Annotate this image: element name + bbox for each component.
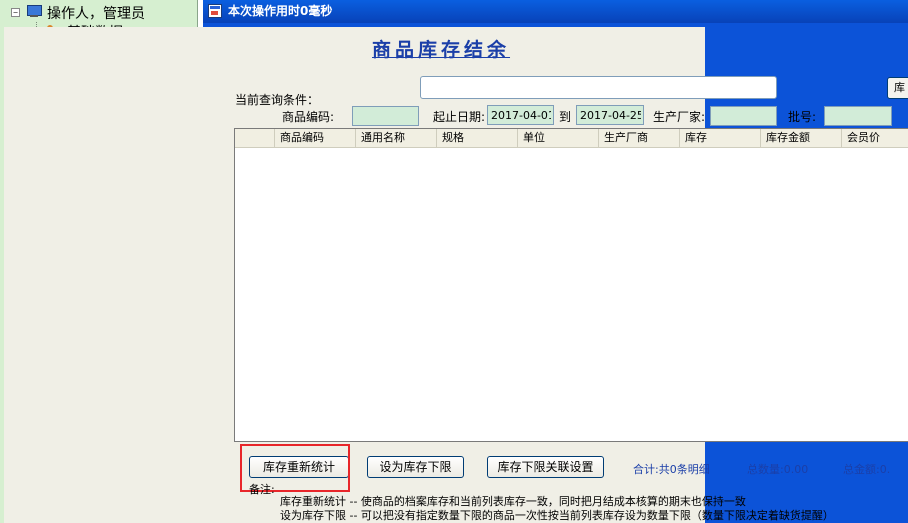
table-header-rowhead[interactable] <box>235 129 275 147</box>
computer-icon <box>26 4 42 18</box>
table-header: 商品编码 通用名称 规格 单位 生产厂商 库存 库存金额 会员价 <box>235 129 908 148</box>
page-title: 商品库存结余 <box>372 39 511 61</box>
window-title-bar[interactable]: 本次操作用时0毫秒 <box>203 0 908 23</box>
lower-limit-settings-button[interactable]: 库存下限关联设置 <box>487 456 604 478</box>
app-icon <box>208 4 222 18</box>
table-column-header[interactable]: 生产厂商 <box>599 129 680 147</box>
total-amount: 总金额:0. <box>843 463 891 476</box>
total-count: 合计:共0条明细 <box>633 463 710 476</box>
manufacturer-field[interactable] <box>710 106 777 126</box>
table-column-header[interactable]: 库存金额 <box>761 129 842 147</box>
total-quantity: 总数量:0.00 <box>747 463 809 476</box>
manufacturer-label: 生产厂家: <box>653 110 706 124</box>
stock-table[interactable]: 商品编码 通用名称 规格 单位 生产厂商 库存 库存金额 会员价 <box>234 128 908 442</box>
condition-input[interactable] <box>420 76 777 99</box>
table-column-header[interactable]: 商品编码 <box>275 129 356 147</box>
set-lower-limit-button[interactable]: 设为库存下限 <box>367 456 464 478</box>
collapse-toggle[interactable]: − <box>11 8 20 17</box>
notes-title: 备注: <box>249 483 275 496</box>
notes-line-2: 设为库存下限 -- 可以把没有指定数量下限的商品一次性按当前列表库存设为数量下限… <box>280 509 834 522</box>
condition-label: 当前查询条件： <box>235 93 320 107</box>
window-title: 本次操作用时0毫秒 <box>228 4 333 18</box>
table-column-header[interactable]: 会员价 <box>842 129 908 147</box>
date-from-field[interactable] <box>487 105 554 125</box>
date-range-label: 起止日期: <box>433 110 486 124</box>
product-code-label: 商品编码: <box>282 110 335 124</box>
batch-label: 批号: <box>788 110 817 124</box>
table-column-header[interactable]: 单位 <box>518 129 599 147</box>
to-label: 到 <box>559 110 572 124</box>
batch-field[interactable] <box>824 106 892 126</box>
date-to-field[interactable] <box>576 105 644 125</box>
table-column-header[interactable]: 通用名称 <box>356 129 437 147</box>
product-code-field[interactable] <box>352 106 419 126</box>
table-column-header[interactable]: 规格 <box>437 129 518 147</box>
table-column-header[interactable]: 库存 <box>680 129 761 147</box>
query-button[interactable]: 库 <box>887 77 908 99</box>
tree-root-label[interactable]: 操作人，管理员 <box>47 3 145 23</box>
